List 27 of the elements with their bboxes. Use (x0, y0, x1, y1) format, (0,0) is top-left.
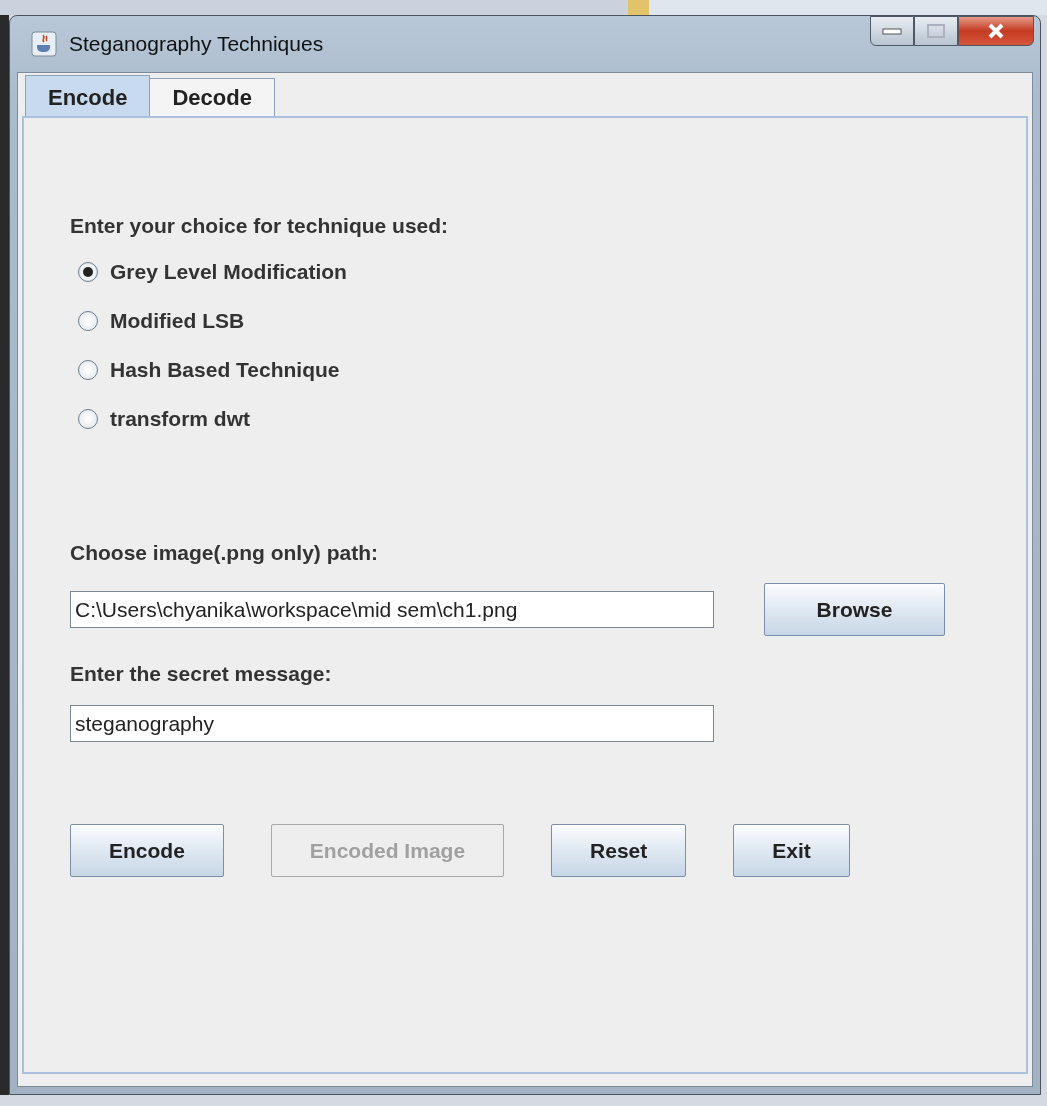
action-button[interactable]: Reset (551, 824, 687, 877)
browse-button[interactable]: Browse (764, 583, 945, 636)
technique-label: Enter your choice for technique used: (70, 214, 450, 238)
maximize-button[interactable] (914, 16, 958, 46)
action-button[interactable]: Exit (733, 824, 850, 877)
path-field[interactable]: C:\Users\chyanika\workspace\mid sem\ch1.png (70, 591, 714, 628)
coffee-cup-icon (31, 31, 57, 57)
radio-option[interactable]: Hash Based Technique (78, 358, 1026, 382)
radio-button[interactable] (78, 262, 98, 282)
close-icon (987, 23, 1005, 39)
path-label: Choose image(.png only) path: (70, 541, 379, 565)
minimize-icon (882, 27, 902, 35)
window-title: Steganography Techniques (69, 32, 324, 56)
maximize-icon (927, 24, 945, 38)
minimize-button[interactable] (870, 16, 914, 46)
radio-button[interactable] (78, 311, 98, 331)
message-field[interactable]: steganography (70, 705, 714, 742)
tab[interactable]: Decode (149, 78, 275, 116)
radio-option[interactable]: transform dwt (78, 407, 1026, 431)
message-label: Enter the secret message: (70, 662, 333, 686)
close-button[interactable] (958, 16, 1034, 46)
radio-button[interactable] (78, 360, 98, 380)
radio-option[interactable]: Grey Level Modification (78, 260, 1026, 284)
radio-option[interactable]: Modified LSB (78, 309, 1026, 333)
radio-button[interactable] (78, 409, 98, 429)
action-button[interactable]: Encode (70, 824, 224, 877)
tab[interactable]: Encode (25, 75, 151, 116)
